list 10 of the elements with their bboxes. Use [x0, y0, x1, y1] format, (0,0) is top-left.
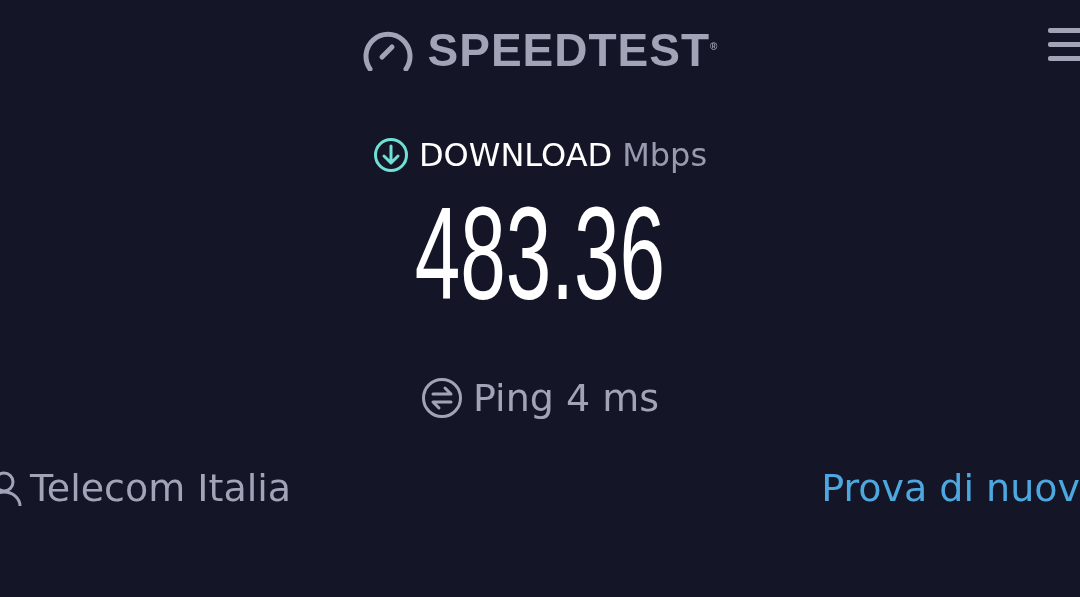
app-logo: SPEEDTEST$^{®}$: [427, 23, 719, 77]
download-label: DOWNLOAD: [418, 136, 613, 174]
speed-value: 483.36: [414, 188, 666, 320]
retry-link[interactable]: Prova di nuov: [821, 466, 1080, 510]
unit-label: Mbps: [622, 136, 708, 174]
gauge-icon: [361, 29, 414, 71]
provider-name: Telecom Italia: [30, 466, 292, 510]
download-icon: [372, 137, 409, 173]
ping-text: Ping 4 ms: [473, 376, 659, 420]
ping-icon: [421, 377, 463, 419]
